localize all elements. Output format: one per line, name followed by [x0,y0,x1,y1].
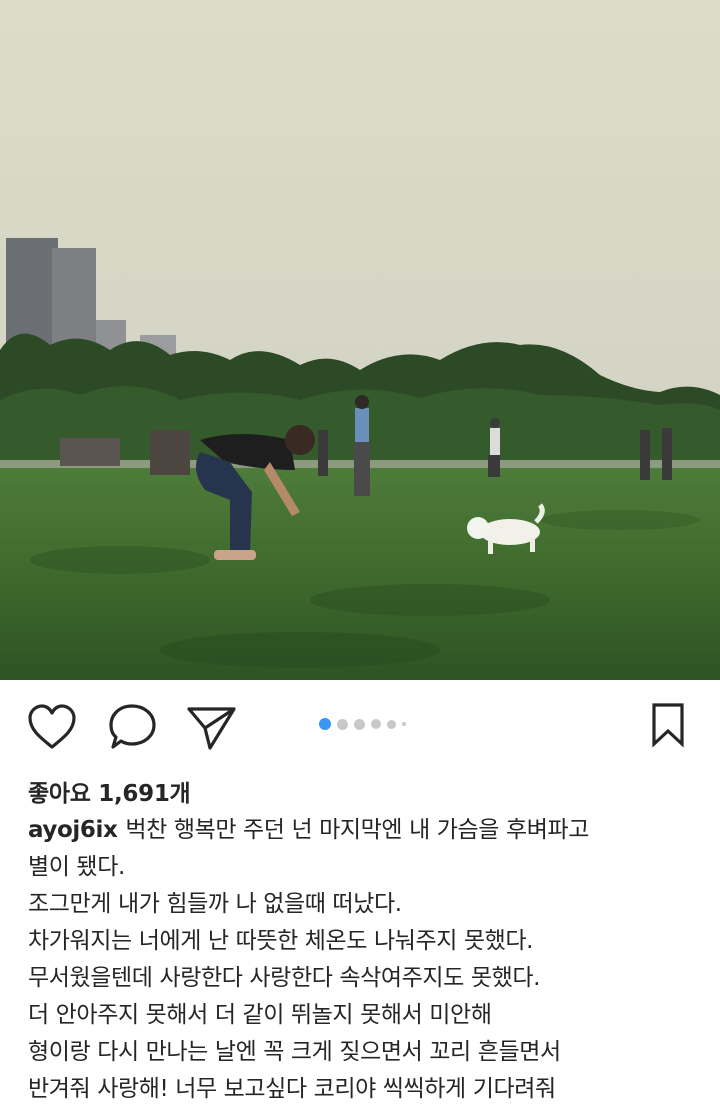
caption-line-7: 형이랑 다시 만나는 날엔 꼭 크게 짖으면서 꼬리 흔들면서 [28,1039,561,1065]
carousel-dot-3 [354,718,365,730]
heart-icon[interactable] [27,704,77,754]
carousel-dot-more [402,722,406,726]
caption-line-5: 무서웠을텐데 사랑한다 사랑한다 속삭여주지도 못했다. [28,965,541,991]
caption-line-2: 별이 됐다. [28,854,125,880]
caption-line-8: 반겨줘 사랑해! 너무 보고싶다 코리야 씩씩하게 기다려줘 [28,1076,556,1102]
post-photo[interactable] [0,0,720,680]
caption-username[interactable]: ayoj6ix [28,817,118,843]
carousel-dot-1 [319,718,331,730]
comment-bubble-icon[interactable] [108,703,158,755]
caption-line-6: 더 안아주지 못해서 더 같이 뛰놀지 못해서 미안해 [28,1002,492,1028]
bookmark-icon[interactable] [650,702,686,752]
like-count[interactable]: 좋아요 1,691개 [28,774,191,808]
caption-line-3: 조그만게 내가 힘들까 나 없을때 떠났다. [28,891,402,917]
caption-text: 벅찬 행복만 주던 넌 마지막엔 내 가슴을 후벼파고 [125,817,589,843]
caption-line-4: 차가워지는 너에게 난 따뜻한 체온도 나눠주지 못했다. [28,928,534,954]
carousel-dot-5 [387,719,396,729]
paper-plane-icon[interactable] [186,705,238,755]
carousel-dot-4 [371,719,381,729]
carousel-indicator [319,718,412,730]
park-scene-image [0,0,720,680]
post-caption: ayoj6ix 벅찬 행복만 주던 넌 마지막엔 내 가슴을 후벼파고 별이 됐다… [28,812,700,1108]
caption-line-1: ayoj6ix 벅찬 행복만 주던 넌 마지막엔 내 가슴을 후벼파고 [28,812,700,849]
carousel-dot-2 [337,718,348,730]
